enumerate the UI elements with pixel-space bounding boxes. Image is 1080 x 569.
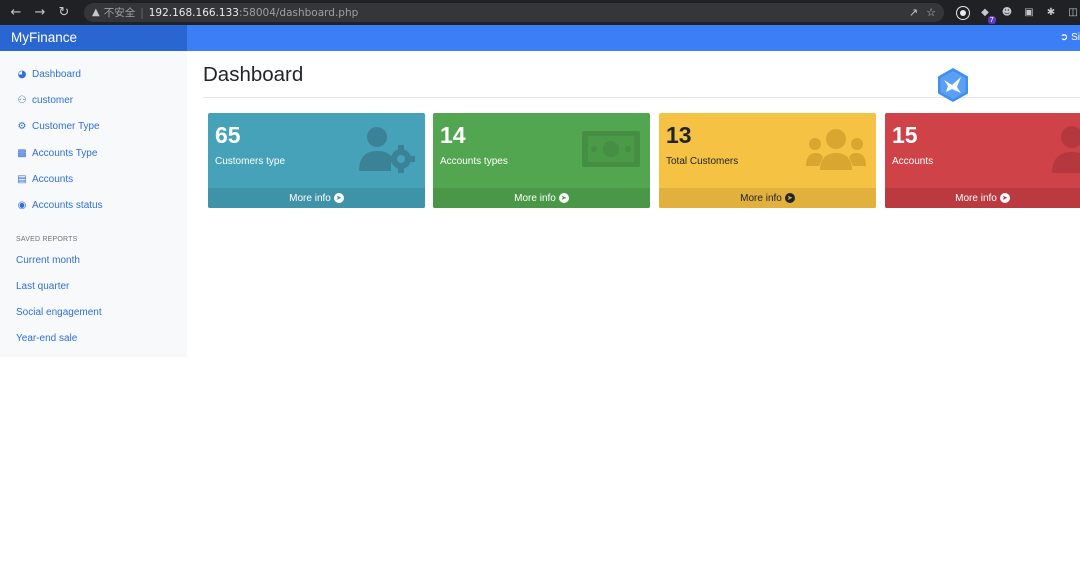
extension-icon[interactable] [956, 6, 970, 20]
sidebar-item-accounts[interactable]: ▤ Accounts [16, 174, 73, 185]
report-link-year-end-sale[interactable]: Year-end sale [16, 333, 77, 344]
user-cog-icon [359, 127, 415, 173]
url-host: 192.168.166.133 [148, 6, 239, 19]
arrow-circle-right-icon: ➤ [999, 193, 1010, 203]
sidebar-item-label: Accounts Type [32, 148, 98, 159]
bird-hexagon-icon[interactable] [935, 67, 971, 103]
stat-value: 65 [215, 122, 241, 148]
arrow-circle-right-icon: ➤ [784, 193, 795, 203]
sidebar-item-customer[interactable]: ⚇ customer [16, 95, 74, 106]
top-navbar: MyFinance ➲ Si [0, 25, 1080, 51]
stat-label: Accounts types [440, 156, 508, 167]
more-info-label: More info [289, 192, 331, 204]
warning-icon: ▲ [92, 7, 100, 18]
address-separator: | [140, 6, 144, 19]
credit-card-icon: ▤ [17, 174, 27, 185]
stat-value: 15 [892, 122, 918, 148]
sidebar: ◕ Dashboard ⚇ customer ⚙ Customer Type ▩… [0, 51, 187, 357]
arrow-circle-right-icon: ➤ [333, 193, 344, 203]
more-info-label: More info [955, 192, 997, 204]
puzzle-icon[interactable]: ✱ [1044, 6, 1058, 20]
back-icon[interactable]: ← [6, 3, 26, 23]
sidebar-item-label: Accounts status [32, 200, 103, 211]
security-label: 不安全 [103, 7, 136, 19]
brand-logo[interactable]: MyFinance [0, 25, 187, 51]
money-bill-icon: ▩ [17, 148, 27, 159]
tachometer-icon: ◕ [17, 69, 27, 80]
page-title: Dashboard [203, 63, 304, 86]
more-info-link[interactable]: More info ➤ [659, 188, 876, 208]
sidebar-item-label: Dashboard [32, 69, 81, 80]
stat-value: 13 [666, 122, 692, 148]
arrow-circle-right-icon: ➤ [558, 193, 569, 203]
sidebar-item-label: customer [32, 95, 74, 106]
signout-icon: ➲ [1059, 32, 1072, 43]
stat-label: Accounts [892, 156, 934, 167]
stat-value: 14 [440, 122, 466, 148]
more-info-label: More info [514, 192, 556, 204]
users-icon [806, 129, 866, 170]
sidebar-item-accounts-status[interactable]: ◉ Accounts status [16, 200, 103, 211]
extension-badge-count: 7 [987, 15, 996, 24]
star-icon[interactable]: ☆ [926, 6, 936, 19]
sidebar-item-label: Customer Type [32, 121, 100, 132]
extension-badge-icon[interactable]: ◆ 7 [978, 6, 996, 24]
money-bill-icon [582, 131, 640, 167]
sidepanel-icon[interactable]: ◫ [1066, 6, 1080, 20]
extensions-bar: ◆ 7 ☻ ▣ ✱ ◫ [956, 6, 1080, 24]
users-cog-icon: ⚙ [17, 121, 27, 132]
stat-card-total-customers: 13 Total Customers More info ➤ [659, 113, 876, 208]
report-link-social-engagement[interactable]: Social engagement [16, 307, 102, 318]
sidebar-item-accounts-type[interactable]: ▩ Accounts Type [16, 148, 97, 159]
address-bar[interactable]: ▲ 不安全 | 192.168.166.133 :58004/dashboard… [84, 3, 944, 22]
report-link-current-month[interactable]: Current month [16, 255, 80, 266]
more-info-link[interactable]: More info ➤ [885, 188, 1080, 208]
signout-label: Si [1071, 32, 1080, 43]
database-icon: ◉ [17, 200, 27, 211]
stat-card-customers-type: 65 Customers type More info ➤ [208, 113, 425, 208]
more-info-label: More info [740, 192, 782, 204]
more-info-link[interactable]: More info ➤ [208, 188, 425, 208]
stat-label: Total Customers [666, 156, 739, 167]
browser-nav: ← → ↻ [0, 3, 74, 23]
stat-card-accounts: 15 Accounts More info ➤ [885, 113, 1080, 208]
report-link-last-quarter[interactable]: Last quarter [16, 281, 69, 292]
screenshot-extension-icon[interactable]: ▣ [1022, 6, 1036, 20]
url-path: :58004/dashboard.php [238, 6, 359, 19]
share-icon[interactable]: ↗ [909, 6, 918, 19]
avatar-extension-icon[interactable]: ☻ [1000, 6, 1014, 20]
forward-icon[interactable]: → [30, 3, 50, 23]
saved-reports-heading: SAVED REPORTS [16, 236, 78, 243]
sidebar-item-dashboard[interactable]: ◕ Dashboard [16, 69, 81, 80]
more-info-link[interactable]: More info ➤ [433, 188, 650, 208]
users-icon: ⚇ [17, 95, 27, 106]
omnibox-actions: ↗ ☆ [909, 6, 944, 19]
stat-label: Customers type [215, 156, 286, 167]
stat-card-accounts-types: 14 Accounts types More info ➤ [433, 113, 650, 208]
signout-link[interactable]: ➲ Si [1060, 25, 1080, 51]
reload-icon[interactable]: ↻ [54, 3, 74, 23]
browser-toolbar: ← → ↻ ▲ 不安全 | 192.168.166.133 :58004/das… [0, 0, 1080, 25]
sidebar-item-label: Accounts [32, 174, 74, 185]
user-icon [1052, 126, 1080, 173]
sidebar-item-customer-type[interactable]: ⚙ Customer Type [16, 121, 100, 132]
